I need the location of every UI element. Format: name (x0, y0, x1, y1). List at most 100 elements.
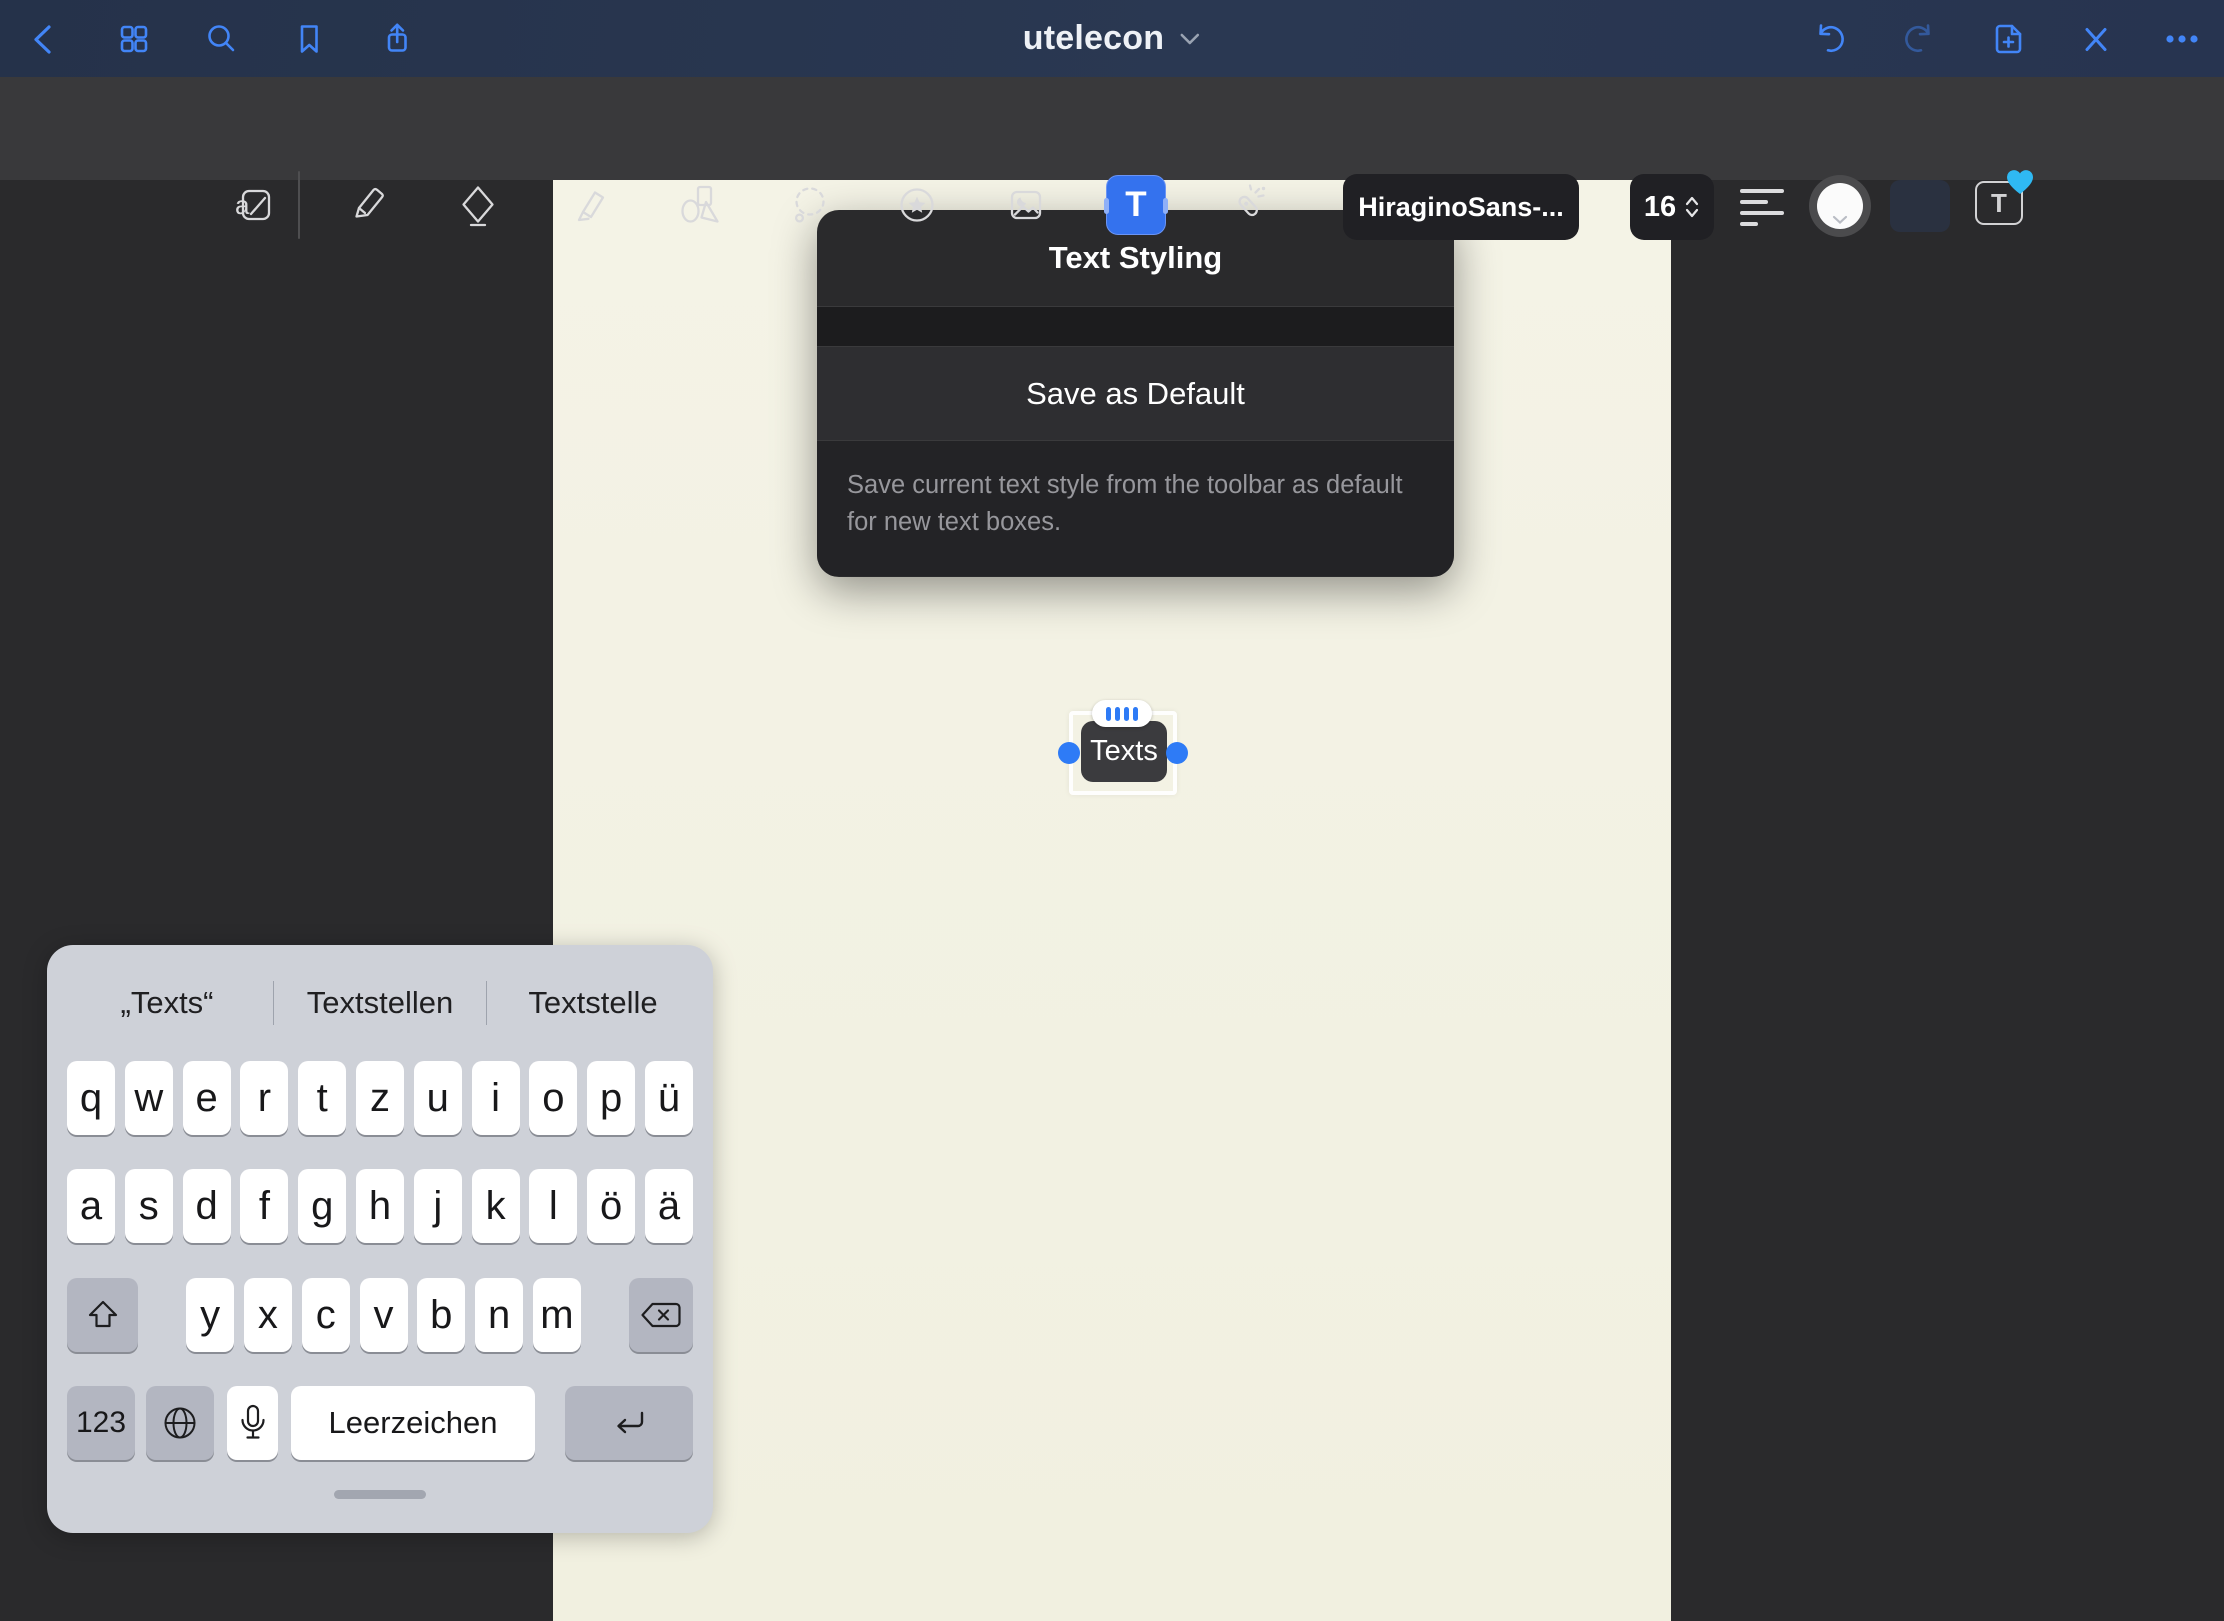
page-mode-icon: a (229, 183, 277, 227)
text-box[interactable]: Texts (1081, 721, 1167, 782)
key-e[interactable]: e (183, 1061, 231, 1135)
eraser-tool[interactable] (446, 173, 510, 237)
key-q[interactable]: q (67, 1061, 115, 1135)
key-b[interactable]: b (417, 1278, 465, 1352)
shift-key[interactable] (67, 1278, 138, 1352)
key-c[interactable]: c (302, 1278, 350, 1352)
key-oe[interactable]: ö (587, 1169, 635, 1243)
resize-handle-left[interactable] (1058, 742, 1080, 764)
back-button[interactable] (24, 19, 64, 59)
save-as-default-button[interactable]: Save as Default (817, 347, 1454, 440)
color-swatch-white (1817, 183, 1863, 229)
key-s[interactable]: s (125, 1169, 173, 1243)
popover-description: Save current text style from the toolbar… (817, 440, 1454, 576)
key-i[interactable]: i (472, 1061, 520, 1135)
key-o[interactable]: o (529, 1061, 577, 1135)
text-align-button[interactable] (1740, 183, 1788, 231)
onscreen-keyboard: „Texts“ Textstellen Textstelle q w e r t… (47, 945, 713, 1533)
key-u[interactable]: u (414, 1061, 462, 1135)
key-ae[interactable]: ä (645, 1169, 693, 1243)
undo-button[interactable] (1810, 19, 1850, 59)
undo-icon (1811, 20, 1849, 58)
key-ue[interactable]: ü (645, 1061, 693, 1135)
keyboard-drag-handle[interactable] (334, 1490, 426, 1499)
text-tool[interactable]: T (1106, 175, 1166, 235)
return-icon (609, 1407, 649, 1439)
close-button[interactable] (2075, 19, 2115, 59)
font-family-button[interactable]: HiraginoSans-... (1343, 174, 1579, 240)
key-t[interactable]: t (298, 1061, 346, 1135)
shapes-tool[interactable] (668, 173, 732, 237)
bookmark-button[interactable] (289, 19, 329, 59)
resize-handle-right[interactable] (1166, 742, 1188, 764)
suggestion-3[interactable]: Textstelle (487, 985, 699, 1021)
thumbnails-button[interactable] (114, 19, 154, 59)
lasso-icon (788, 183, 832, 227)
key-z[interactable]: z (356, 1061, 404, 1135)
key-j[interactable]: j (414, 1169, 462, 1243)
space-key[interactable]: Leerzeichen (291, 1386, 535, 1460)
screen: utelecon (0, 0, 2224, 1621)
page-mode-tool[interactable]: a (221, 173, 285, 237)
key-y[interactable]: y (186, 1278, 234, 1352)
dictation-key[interactable] (227, 1386, 278, 1460)
globe-key[interactable] (146, 1386, 214, 1460)
text-tool-glyph: T (1125, 185, 1146, 225)
laser-pointer-tool[interactable] (1215, 173, 1279, 237)
share-button[interactable] (377, 19, 417, 59)
highlighter-tool[interactable] (558, 173, 622, 237)
key-k[interactable]: k (472, 1169, 520, 1243)
globe-icon (160, 1403, 200, 1443)
color-swatch-dark[interactable] (1890, 180, 1950, 232)
close-x-icon (2076, 20, 2114, 58)
microphone-icon (239, 1403, 267, 1443)
text-style-button[interactable]: T (1975, 181, 2023, 225)
search-button[interactable] (201, 19, 241, 59)
pen-icon (345, 183, 389, 227)
add-page-button[interactable] (1988, 19, 2028, 59)
key-w[interactable]: w (125, 1061, 173, 1135)
key-p[interactable]: p (587, 1061, 635, 1135)
star-sticker-icon (895, 183, 939, 227)
font-size-value: 16 (1644, 191, 1676, 224)
text-color-swatch[interactable] (1809, 175, 1871, 237)
share-icon (378, 20, 416, 58)
key-v[interactable]: v (360, 1278, 408, 1352)
font-name-label: HiraginoSans-... (1358, 192, 1564, 223)
key-l[interactable]: l (529, 1169, 577, 1243)
key-row-1: q w e r t z u i o p ü (67, 1061, 693, 1135)
suggestion-1[interactable]: „Texts“ (61, 985, 273, 1021)
key-f[interactable]: f (240, 1169, 288, 1243)
popover-separator-band (817, 306, 1454, 347)
redo-button[interactable] (1899, 19, 1939, 59)
key-a[interactable]: a (67, 1169, 115, 1243)
document-title-menu[interactable]: utelecon (1023, 0, 1201, 77)
key-row-4: 123 Leerzeichen (67, 1386, 693, 1460)
more-button[interactable] (2162, 19, 2202, 59)
elements-tool[interactable] (885, 173, 949, 237)
suggestion-2[interactable]: Textstellen (274, 985, 486, 1021)
search-icon (202, 20, 240, 58)
key-x[interactable]: x (244, 1278, 292, 1352)
stepper-chevrons-icon (1684, 193, 1700, 221)
key-r[interactable]: r (240, 1061, 288, 1135)
return-key[interactable] (565, 1386, 693, 1460)
lasso-tool[interactable] (778, 173, 842, 237)
numbers-key[interactable]: 123 (67, 1386, 135, 1460)
key-m[interactable]: m (533, 1278, 581, 1352)
shift-icon (81, 1293, 125, 1337)
suggestion-bar: „Texts“ Textstellen Textstelle (61, 961, 699, 1045)
font-size-stepper[interactable]: 16 (1630, 174, 1714, 240)
key-h[interactable]: h (356, 1169, 404, 1243)
shapes-icon (678, 183, 722, 227)
photo-tool[interactable] (994, 173, 1058, 237)
add-page-icon (1989, 20, 2027, 58)
backspace-key[interactable] (629, 1278, 693, 1352)
key-d[interactable]: d (183, 1169, 231, 1243)
key-n[interactable]: n (475, 1278, 523, 1352)
textbox-drag-handle[interactable] (1092, 700, 1152, 727)
pen-tool[interactable] (335, 173, 399, 237)
key-g[interactable]: g (298, 1169, 346, 1243)
eraser-icon (456, 183, 500, 227)
backspace-icon (638, 1298, 684, 1332)
